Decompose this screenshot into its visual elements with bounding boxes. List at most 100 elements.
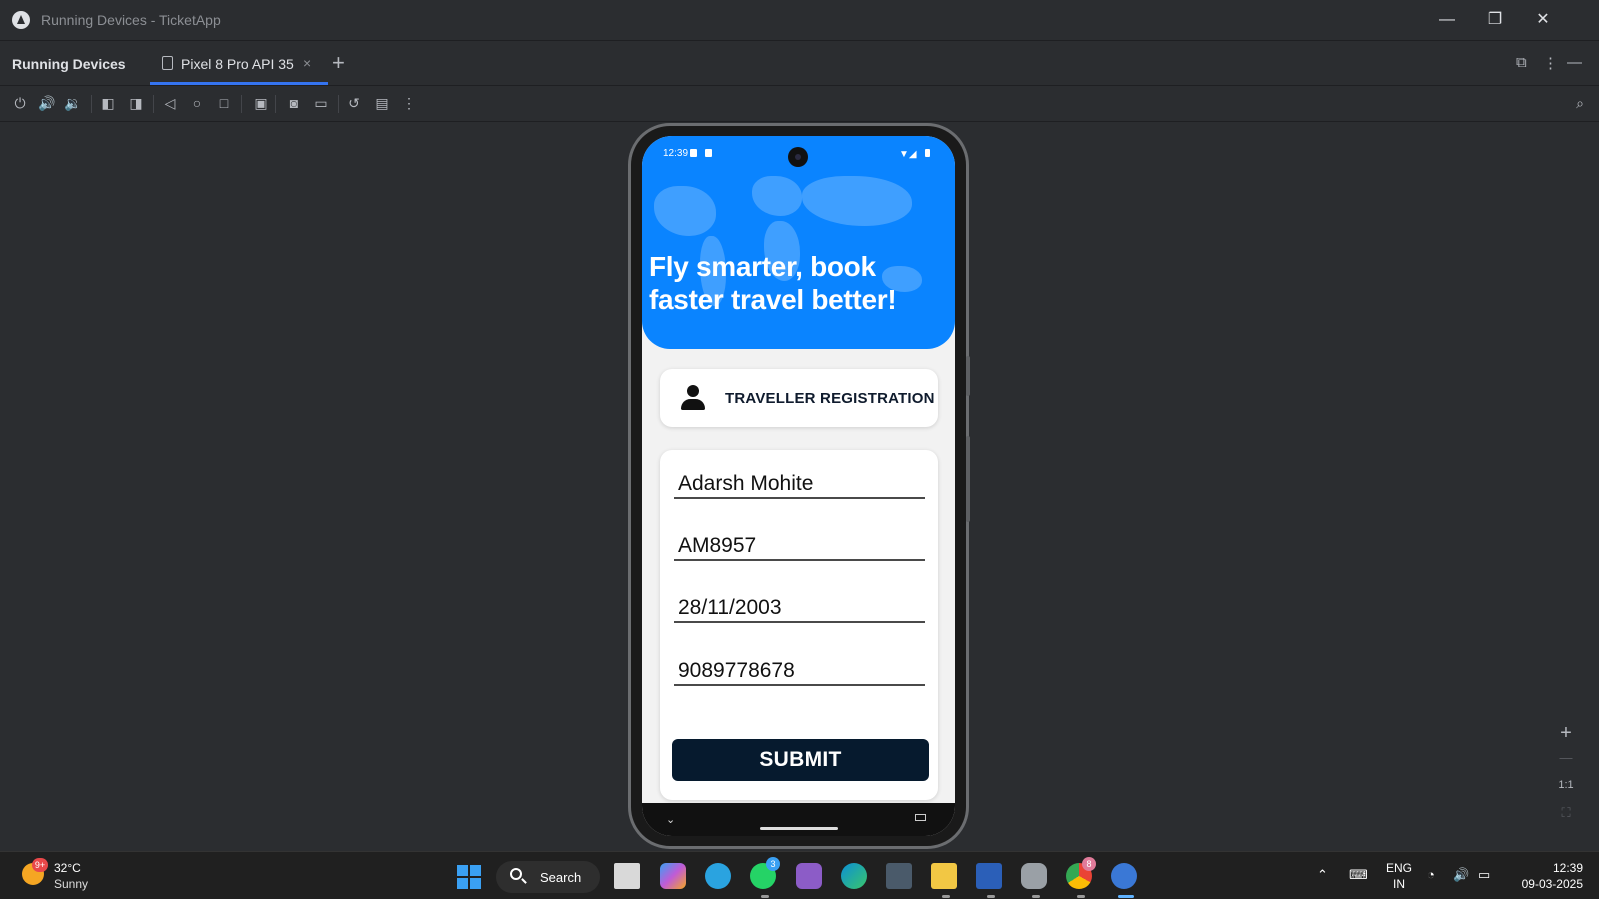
toolbar-divider — [153, 95, 154, 113]
rotate-left-icon[interactable]: ◧ — [99, 94, 117, 112]
running-indicator — [1077, 895, 1085, 898]
weather-condition[interactable]: Sunny — [54, 877, 88, 891]
word-icon[interactable] — [976, 863, 1002, 889]
layout-icon[interactable]: ⧉ — [1516, 54, 1527, 71]
registration-form: SUBMIT — [660, 450, 938, 800]
chevron-up-icon[interactable]: ⌃ — [1317, 867, 1328, 883]
home-icon[interactable]: ○ — [188, 94, 206, 112]
database-icon[interactable] — [1021, 863, 1047, 889]
toolbar-divider — [91, 95, 92, 113]
world-map-shape — [752, 176, 802, 216]
person-icon — [680, 385, 706, 411]
volume-up-icon[interactable]: 🔊 — [38, 94, 56, 112]
language-indicator[interactable]: ENG IN — [1386, 860, 1412, 892]
rotate-right-icon[interactable]: ◨ — [127, 94, 145, 112]
volume-down-icon[interactable]: 🔉 — [64, 94, 82, 112]
running-indicator — [987, 895, 995, 898]
taskbar-search[interactable]: Search — [496, 861, 600, 893]
minimize-button[interactable]: — — [1435, 8, 1459, 32]
app-inspection-icon[interactable]: ▣ — [252, 94, 270, 112]
edge-icon[interactable] — [841, 863, 867, 889]
android-nav-bar: ⌄ — [642, 803, 955, 836]
zoom-inspect-icon[interactable]: ⌕ — [1571, 94, 1589, 112]
hero-banner: 12:39 ▼◢ Fly smarter, book faster travel… — [642, 136, 955, 349]
language-region: IN — [1393, 877, 1405, 891]
id-field[interactable] — [678, 534, 918, 558]
battery-icon — [925, 149, 930, 157]
weather-badge: 9+ — [32, 858, 48, 872]
toolbar-divider — [275, 95, 276, 113]
toolbar-divider — [338, 95, 339, 113]
front-camera — [788, 147, 808, 167]
back-icon[interactable]: ◁ — [161, 94, 179, 112]
tab-close-icon[interactable]: × — [303, 55, 311, 71]
screenshot-icon[interactable]: ◙ — [285, 94, 303, 112]
android-studio-icon[interactable] — [1111, 863, 1137, 889]
panel-title: Running Devices — [12, 56, 126, 72]
hide-keyboard-icon[interactable]: ⌄ — [666, 813, 675, 826]
submit-button[interactable]: SUBMIT — [672, 739, 929, 781]
actual-size-button[interactable]: 1:1 — [1555, 779, 1577, 791]
tab-label: Pixel 8 Pro API 35 — [181, 56, 294, 72]
close-window-button[interactable]: ✕ — [1531, 8, 1555, 32]
weather-temperature[interactable]: 32°C — [54, 861, 81, 875]
device-frame: 12:39 ▼◢ Fly smarter, book faster travel… — [628, 123, 970, 849]
file-explorer-icon[interactable] — [931, 863, 957, 889]
home-gesture-handle[interactable] — [760, 827, 838, 830]
task-view-icon[interactable] — [614, 863, 640, 889]
window-title-bar: Running Devices - TicketApp — ❐ ✕ — [0, 0, 1599, 41]
device-tab-icon — [162, 56, 173, 70]
running-indicator — [942, 895, 950, 898]
keyboard-switch-icon[interactable] — [915, 814, 926, 821]
name-field[interactable] — [678, 472, 918, 496]
search-icon — [510, 868, 522, 880]
phone-field[interactable] — [678, 659, 918, 683]
copilot-icon[interactable] — [660, 863, 686, 889]
battery-tray-icon[interactable]: ▭ — [1478, 867, 1490, 883]
terminal-icon[interactable] — [886, 863, 912, 889]
tab-pixel-8-pro[interactable]: Pixel 8 Pro API 35 × — [150, 42, 328, 85]
window-title: Running Devices - TicketApp — [41, 12, 221, 28]
system-clock[interactable]: 12:39 09-03-2025 — [1513, 860, 1583, 892]
restore-button[interactable]: ❐ — [1483, 8, 1507, 32]
toolbar-divider — [241, 95, 242, 113]
windows-start-icon[interactable] — [457, 865, 481, 889]
language-code: ENG — [1386, 861, 1413, 875]
search-label: Search — [540, 870, 582, 885]
hero-title: Fly smarter, book faster travel better! — [649, 251, 897, 315]
chrome-badge: 8 — [1082, 857, 1096, 871]
options-menu-icon[interactable]: ⋮ — [1543, 54, 1558, 72]
add-device-button[interactable]: + — [332, 50, 345, 76]
whatsapp-badge: 3 — [766, 857, 780, 871]
volume-key — [966, 436, 970, 522]
windows-taskbar: 9+ 32°C Sunny Search 3 8 ⌃ ⌨ ENG IN ◔ 🔊 … — [0, 851, 1599, 899]
screen-record-icon[interactable]: ▭ — [312, 94, 330, 112]
active-app-indicator — [1118, 895, 1134, 898]
overview-icon[interactable]: □ — [215, 94, 233, 112]
dob-field-wrapper — [674, 587, 925, 623]
visual-studio-icon[interactable] — [796, 863, 822, 889]
keyboard-icon[interactable]: ⌨ — [1349, 867, 1368, 883]
running-indicator — [761, 895, 769, 898]
reset-icon[interactable]: ↺ — [345, 94, 363, 112]
power-icon[interactable]: ⏻ — [11, 94, 29, 112]
wifi-tray-icon[interactable]: ◔ — [1427, 867, 1435, 882]
registration-header-card: TRAVELLER REGISTRATION — [660, 369, 938, 427]
registration-title: TRAVELLER REGISTRATION — [725, 390, 935, 407]
hide-panel-icon[interactable]: — — [1567, 54, 1582, 71]
sim-icon — [705, 149, 712, 157]
mirror-icon[interactable]: ▤ — [373, 94, 391, 112]
fit-screen-icon[interactable]: ⛶ — [1555, 805, 1577, 821]
device-screen: 12:39 ▼◢ Fly smarter, book faster travel… — [642, 136, 955, 836]
telegram-icon[interactable] — [705, 863, 731, 889]
zoom-out-button[interactable]: — — [1555, 750, 1577, 765]
wifi-icon: ▼◢ — [899, 149, 917, 160]
status-time: 12:39 — [663, 148, 689, 159]
running-indicator — [1032, 895, 1040, 898]
zoom-in-button[interactable]: + — [1555, 722, 1577, 745]
world-map-shape — [654, 186, 716, 236]
more-icon[interactable]: ⋮ — [400, 94, 418, 112]
dob-field[interactable] — [678, 596, 918, 620]
volume-tray-icon[interactable]: 🔊 — [1453, 867, 1469, 883]
device-toolbar: ⏻ 🔊 🔉 ◧ ◨ ◁ ○ □ ▣ ◙ ▭ ↺ ▤ ⋮ ⌕ — [0, 86, 1599, 122]
